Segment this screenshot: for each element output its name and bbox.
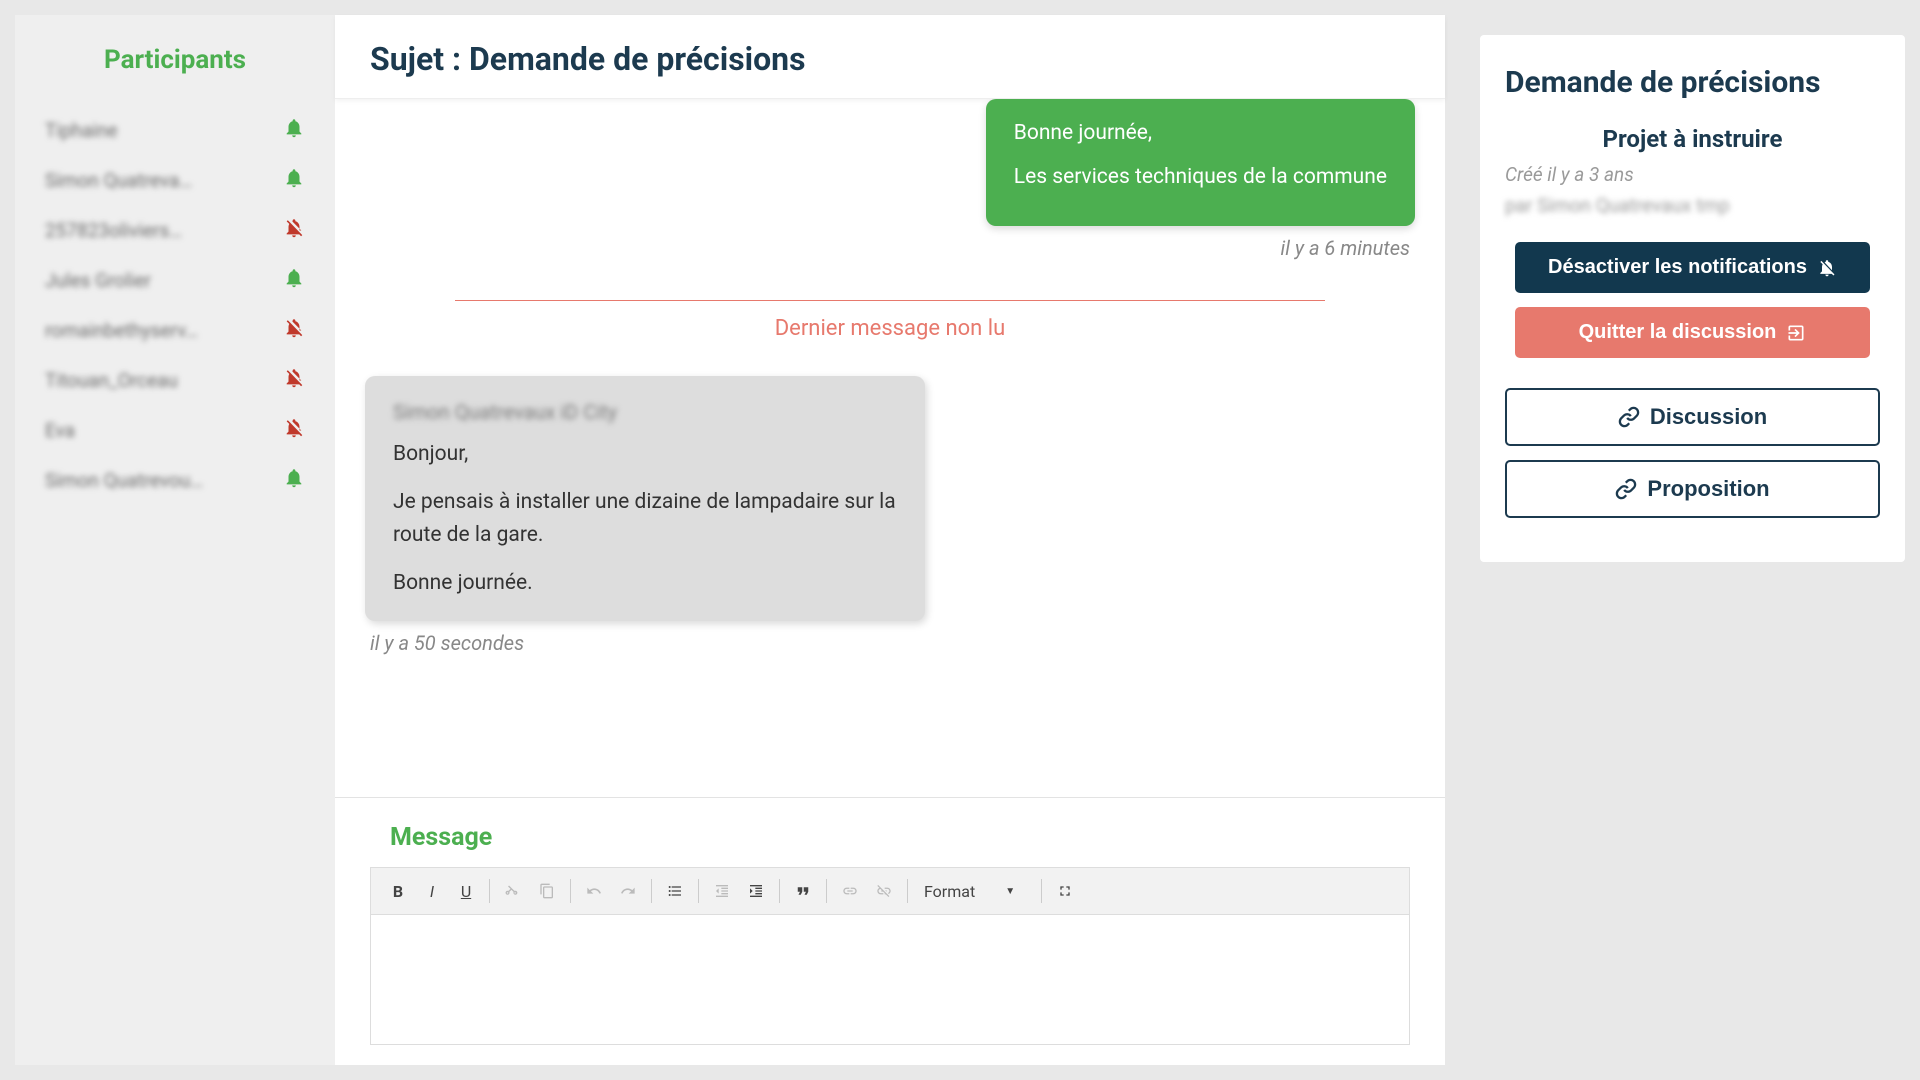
discussion-link-button[interactable]: Discussion bbox=[1505, 388, 1880, 446]
participant-name: 257823oliviers… bbox=[45, 219, 182, 242]
toolbar-separator bbox=[779, 879, 780, 903]
proposition-link-button[interactable]: Proposition bbox=[1505, 460, 1880, 518]
message-line: Bonne journée. bbox=[393, 567, 897, 601]
toolbar-separator bbox=[1041, 879, 1042, 903]
bell-off-icon bbox=[283, 317, 305, 343]
received-timestamp: il y a 50 secondes bbox=[365, 631, 524, 655]
undo-button[interactable] bbox=[577, 874, 611, 908]
received-bubble: Simon Quatrevaux iD City Bonjour, Je pens… bbox=[365, 376, 925, 620]
unread-divider: Dernier message non lu bbox=[455, 300, 1325, 341]
participant-row[interactable]: Simon Quatreva… bbox=[35, 155, 315, 205]
underline-button[interactable]: U bbox=[449, 874, 483, 908]
bullet-list-icon bbox=[667, 883, 683, 899]
conversation-panel: Sujet : Demande de précisions Bonne jour… bbox=[335, 15, 1445, 1065]
participant-row[interactable]: Simon Quatrevou… bbox=[35, 455, 315, 505]
indent-button[interactable] bbox=[739, 874, 773, 908]
participants-title: Participants bbox=[35, 45, 315, 75]
message-author: Simon Quatrevaux iD City bbox=[393, 396, 897, 428]
unlink-icon bbox=[876, 883, 892, 899]
participant-name: Simon Quatrevou… bbox=[45, 469, 203, 492]
participant-row[interactable]: Tiphaine bbox=[35, 105, 315, 155]
info-subtitle: Projet à instruire bbox=[1505, 125, 1880, 153]
outdent-button[interactable] bbox=[705, 874, 739, 908]
toolbar-separator bbox=[698, 879, 699, 903]
toolbar-separator bbox=[907, 879, 908, 903]
sent-timestamp: il y a 6 minutes bbox=[1281, 236, 1416, 260]
participant-row[interactable]: romainbethyserv… bbox=[35, 305, 315, 355]
link-icon bbox=[1618, 406, 1640, 428]
quote-button[interactable] bbox=[786, 874, 820, 908]
participant-name: Eva bbox=[45, 419, 75, 442]
participant-name: Titouan_Orceau bbox=[45, 369, 178, 392]
composer-title: Message bbox=[370, 823, 1410, 852]
participant-row[interactable]: Titouan_Orceau bbox=[35, 355, 315, 405]
maximize-button[interactable] bbox=[1048, 874, 1082, 908]
unlink-button[interactable] bbox=[867, 874, 901, 908]
bell-off-icon bbox=[283, 217, 305, 243]
bold-button[interactable]: B bbox=[381, 874, 415, 908]
message-line: Je pensais à installer une dizaine de la… bbox=[393, 486, 897, 553]
toolbar-separator bbox=[826, 879, 827, 903]
bell-off-icon bbox=[283, 417, 305, 443]
maximize-icon bbox=[1057, 883, 1073, 899]
toolbar-separator bbox=[570, 879, 571, 903]
exit-icon bbox=[1786, 323, 1806, 343]
bell-on-icon bbox=[283, 467, 305, 493]
link-icon bbox=[842, 883, 858, 899]
participant-name: romainbethyserv… bbox=[45, 319, 198, 342]
unread-label: Dernier message non lu bbox=[455, 300, 1325, 341]
subject-bar: Sujet : Demande de précisions bbox=[335, 15, 1445, 99]
message-line: Bonjour, bbox=[393, 438, 897, 472]
redo-button[interactable] bbox=[611, 874, 645, 908]
info-title: Demande de précisions bbox=[1505, 65, 1880, 100]
participants-panel: Participants Tiphaine Simon Quatreva… 2578… bbox=[15, 15, 335, 1065]
info-card: Demande de précisions Projet à instruire… bbox=[1480, 35, 1905, 562]
message-line: Les services techniques de la commune bbox=[1014, 161, 1387, 195]
sent-bubble: Bonne journée, Les services techniques de… bbox=[986, 99, 1415, 226]
bell-on-icon bbox=[283, 267, 305, 293]
info-created: Créé il y a 3 ans bbox=[1505, 163, 1880, 186]
toolbar-separator bbox=[651, 879, 652, 903]
quit-discussion-button[interactable]: Quitter la discussion bbox=[1515, 307, 1870, 358]
subject-text: Sujet : Demande de précisions bbox=[370, 40, 806, 78]
format-dropdown[interactable]: Format▼ bbox=[914, 882, 1035, 901]
info-author: par Simon Quatrevaux tmp bbox=[1505, 194, 1880, 217]
outdent-icon bbox=[714, 883, 730, 899]
copy-icon bbox=[539, 883, 555, 899]
bell-on-icon bbox=[283, 117, 305, 143]
indent-icon bbox=[748, 883, 764, 899]
bell-slash-icon bbox=[1817, 258, 1837, 278]
participant-name: Tiphaine bbox=[45, 119, 118, 142]
participant-row[interactable]: 257823oliviers… bbox=[35, 205, 315, 255]
bell-on-icon bbox=[283, 167, 305, 193]
editor-textarea[interactable] bbox=[370, 915, 1410, 1045]
cut-button[interactable] bbox=[496, 874, 530, 908]
link-icon bbox=[1615, 478, 1637, 500]
participant-name: Jules Grolier bbox=[45, 269, 151, 292]
composer: Message B I U bbox=[335, 797, 1445, 1065]
bell-off-icon bbox=[283, 367, 305, 393]
message-received: Simon Quatrevaux iD City Bonjour, Je pens… bbox=[355, 376, 1425, 654]
toolbar-separator bbox=[489, 879, 490, 903]
disable-notif-button[interactable]: Désactiver les notifications bbox=[1515, 242, 1870, 293]
quote-icon bbox=[794, 882, 812, 900]
copy-button[interactable] bbox=[530, 874, 564, 908]
link-button[interactable] bbox=[833, 874, 867, 908]
participant-row[interactable]: Jules Grolier bbox=[35, 255, 315, 305]
message-line: Bonne journée, bbox=[1014, 117, 1387, 151]
bullet-list-button[interactable] bbox=[658, 874, 692, 908]
right-panel: Demande de précisions Projet à instruire… bbox=[1445, 15, 1905, 1065]
redo-icon bbox=[620, 883, 636, 899]
scissors-icon bbox=[505, 883, 521, 899]
editor-toolbar: B I U bbox=[370, 867, 1410, 915]
italic-button[interactable]: I bbox=[415, 874, 449, 908]
messages-area: Bonne journée, Les services techniques de… bbox=[335, 99, 1445, 797]
participant-row[interactable]: Eva bbox=[35, 405, 315, 455]
chevron-down-icon: ▼ bbox=[1005, 886, 1015, 897]
participant-name: Simon Quatreva… bbox=[45, 169, 192, 192]
undo-icon bbox=[586, 883, 602, 899]
message-sent: Bonne journée, Les services techniques de… bbox=[355, 99, 1425, 260]
